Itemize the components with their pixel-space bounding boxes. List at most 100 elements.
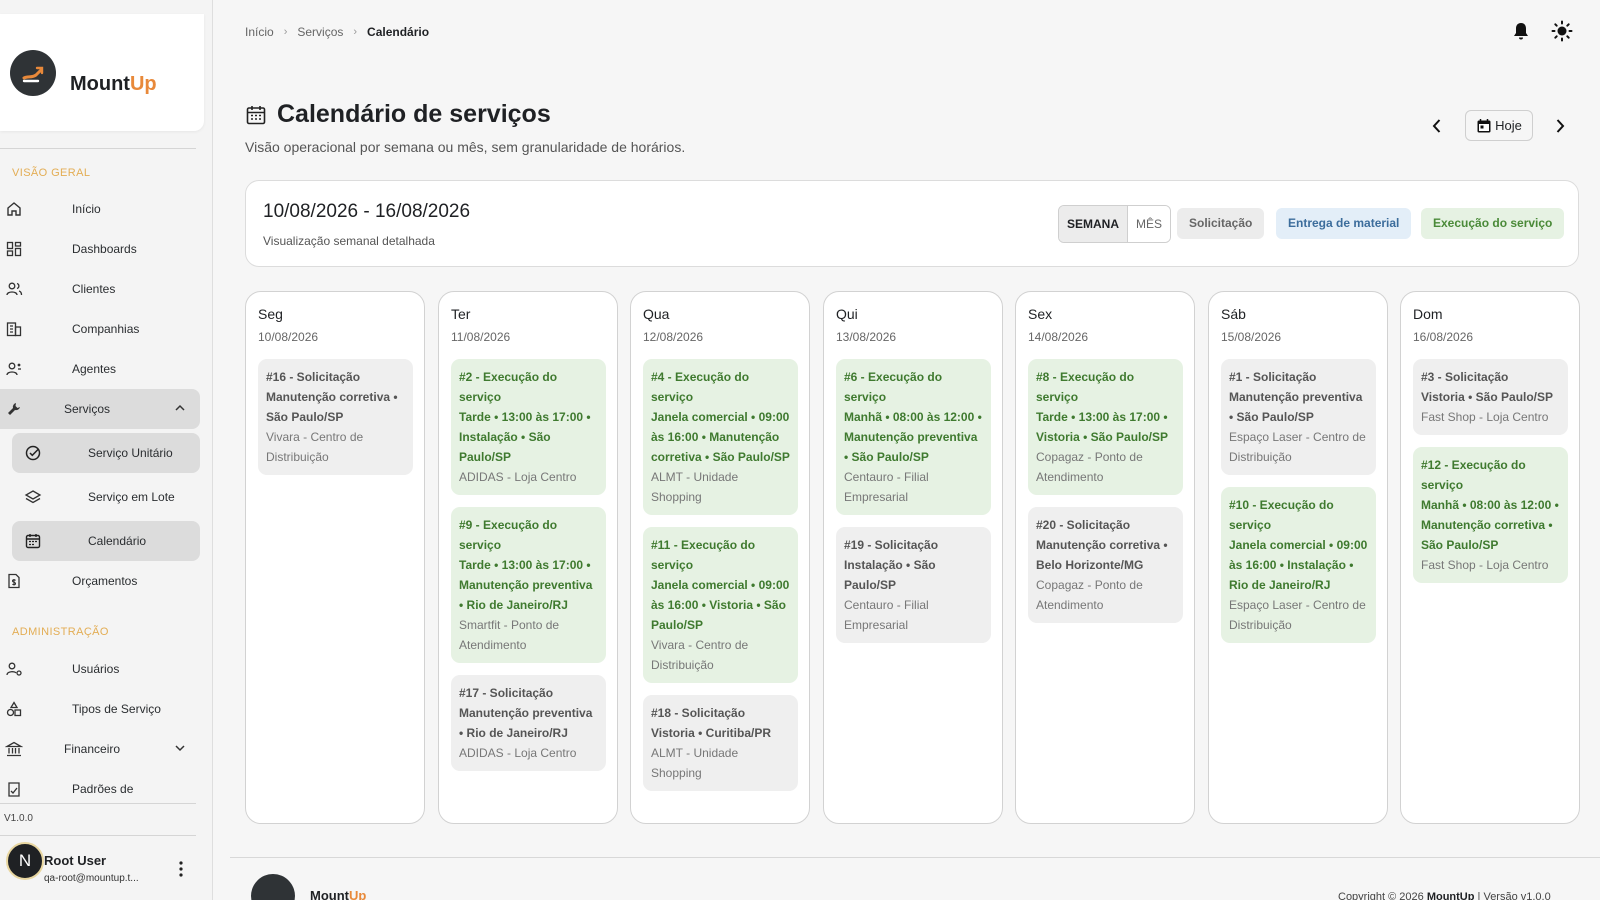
legend-chip: Entrega de material: [1276, 208, 1412, 239]
calendar-today-icon: [1477, 118, 1491, 132]
view-month-button[interactable]: MÊS: [1128, 206, 1171, 242]
building-icon: [6, 322, 22, 337]
users-icon: [6, 282, 23, 296]
breadcrumb: Início › Serviços › Calendário: [245, 25, 429, 39]
event-title: #1 - Solicitação: [1229, 370, 1317, 384]
day-name: Qui: [836, 306, 858, 322]
event-title: #20 - Solicitação: [1036, 518, 1131, 532]
event-client: Smartfit - Ponto de Atendimento: [459, 618, 560, 652]
sidebar-item-inicio[interactable]: Início: [0, 189, 200, 229]
event-card[interactable]: #16 - Solicitação Manutenção corretiva • …: [258, 359, 413, 475]
sidebar: MountUp VISÃO GERAL Início Dashboards Cl…: [0, 0, 213, 900]
chevron-left-icon[interactable]: [1427, 116, 1447, 136]
day-name: Dom: [1413, 306, 1443, 322]
breadcrumb-services[interactable]: Serviços: [297, 25, 343, 39]
document-dollar-icon: [8, 573, 20, 589]
event-client: ADIDAS - Loja Centro: [459, 470, 577, 484]
sidebar-item-servicos[interactable]: Serviços: [0, 389, 200, 429]
day-date: 14/08/2026: [1028, 330, 1089, 344]
sidebar-item-label: Padrões de: [72, 782, 134, 796]
day-name: Sex: [1028, 306, 1053, 322]
event-detail: Manutenção corretiva • Belo Horizonte/MG: [1036, 538, 1168, 572]
event-card[interactable]: #2 - Execução do serviço Tarde • 13:00 às…: [451, 359, 606, 495]
event-title: #9 - Execução do serviço: [459, 518, 558, 552]
sidebar-item-padroes[interactable]: Padrões de: [0, 769, 200, 799]
sidebar-item-tipos-de-servico[interactable]: Tipos de Serviço: [0, 689, 200, 729]
layers-icon: [24, 490, 42, 504]
logo-text[interactable]: MountUp: [70, 73, 157, 96]
event-client: Copagaz - Ponto de Atendimento: [1036, 450, 1143, 484]
sidebar-item-orcamentos[interactable]: Orçamentos: [0, 561, 200, 601]
event-detail: Manutenção preventiva • Rio de Janeiro/R…: [459, 706, 593, 740]
sidebar-divider: [0, 835, 196, 836]
sidebar-item-agentes[interactable]: Agentes: [0, 349, 200, 389]
sidebar-item-financeiro[interactable]: Financeiro: [0, 729, 200, 769]
event-card[interactable]: #11 - Execução do serviço Janela comercia…: [643, 527, 798, 683]
event-client: Vivara - Centro de Distribuição: [651, 638, 749, 672]
bank-icon: [5, 741, 23, 757]
event-card[interactable]: #4 - Execução do serviço Janela comercial…: [643, 359, 798, 515]
chevron-down-icon[interactable]: [174, 742, 186, 754]
date-range-subtitle: Visualização semanal detalhada: [263, 234, 435, 248]
event-detail: Janela comercial • 09:00 às 16:00 • Manu…: [651, 410, 790, 464]
event-card[interactable]: #1 - Solicitação Manutenção preventiva • …: [1221, 359, 1376, 475]
event-card[interactable]: #17 - Solicitação Manutenção preventiva •…: [451, 675, 606, 771]
sidebar-subitem-calendario[interactable]: Calendário: [12, 521, 200, 561]
sun-icon[interactable]: [1551, 20, 1573, 42]
event-client: ALMT - Unidade Shopping: [651, 746, 739, 780]
sidebar-item-label: Companhias: [72, 322, 140, 336]
more-vertical-icon[interactable]: [174, 860, 188, 878]
wrench-icon: [8, 403, 20, 415]
sidebar-item-label: Tipos de Serviço: [72, 702, 161, 716]
event-card[interactable]: #20 - Solicitação Manutenção corretiva • …: [1028, 507, 1183, 623]
event-client: Fast Shop - Loja Centro: [1421, 558, 1549, 572]
event-card[interactable]: #3 - Solicitação Vistoria • São Paulo/SP F…: [1413, 359, 1568, 435]
event-title: #17 - Solicitação: [459, 686, 554, 700]
sidebar-item-usuarios[interactable]: Usuários: [0, 649, 200, 689]
event-card[interactable]: #19 - Solicitação Instalação • São Paulo/…: [836, 527, 991, 643]
event-detail: Tarde • 13:00 às 17:00 • Vistoria • São …: [1036, 410, 1169, 444]
sidebar-subitem-servico-unitario[interactable]: Serviço Unitário: [12, 433, 200, 473]
sidebar-item-label: Clientes: [72, 282, 116, 296]
event-card[interactable]: #8 - Execução do serviço Tarde • 13:00 às…: [1028, 359, 1183, 495]
chevron-up-icon[interactable]: [174, 402, 186, 414]
event-client: Fast Shop - Loja Centro: [1421, 410, 1549, 424]
event-card[interactable]: #6 - Execução do serviço Manhã • 08:00 às…: [836, 359, 991, 515]
sidebar-item-companhias[interactable]: Companhias: [0, 309, 200, 349]
footer-logo-icon: [251, 874, 295, 900]
event-card[interactable]: #12 - Execução do serviço Manhã • 08:00 à…: [1413, 447, 1568, 583]
legend-chip: Solicitação: [1177, 208, 1265, 239]
home-icon: [7, 202, 21, 216]
day-date: 10/08/2026: [258, 330, 319, 344]
breadcrumb-current: Calendário: [367, 25, 430, 39]
event-client: Centauro - Filial Empresarial: [844, 470, 929, 504]
view-week-button[interactable]: SEMANA: [1059, 206, 1129, 242]
sidebar-item-dashboards[interactable]: Dashboards: [0, 229, 200, 269]
today-button[interactable]: Hoje: [1465, 110, 1533, 141]
pattern-icon: [8, 782, 20, 797]
app-version: V1.0.0: [4, 813, 33, 824]
event-title: #6 - Execução do serviço: [844, 370, 943, 404]
date-range-title: 10/08/2026 - 16/08/2026: [263, 201, 471, 222]
event-card[interactable]: #10 - Execução do serviço Janela comercia…: [1221, 487, 1376, 643]
event-title: #8 - Execução do serviço: [1036, 370, 1135, 404]
event-detail: Manutenção preventiva • São Paulo/SP: [1229, 390, 1363, 424]
event-card[interactable]: #18 - Solicitação Vistoria • Curitiba/PR A…: [643, 695, 798, 791]
day-date: 13/08/2026: [836, 330, 897, 344]
calendar-icon: [246, 105, 266, 124]
event-card[interactable]: #9 - Execução do serviço Tarde • 13:00 às…: [451, 507, 606, 663]
check-circle-icon: [25, 445, 41, 461]
event-client: Copagaz - Ponto de Atendimento: [1036, 578, 1143, 612]
event-title: #18 - Solicitação: [651, 706, 746, 720]
event-client: ADIDAS - Loja Centro: [459, 746, 577, 760]
section-label-admin: ADMINISTRAÇÃO: [12, 626, 109, 638]
sidebar-subitem-servico-em-lote[interactable]: Serviço em Lote: [12, 477, 200, 517]
chevron-right-icon[interactable]: [1550, 116, 1570, 136]
sidebar-divider: [0, 148, 196, 149]
day-column: Sáb 15/08/2026 #1 - Solicitação Manutenção …: [1208, 291, 1388, 824]
bell-icon[interactable]: [1510, 20, 1532, 42]
sidebar-item-clientes[interactable]: Clientes: [0, 269, 200, 309]
avatar[interactable]: N: [6, 842, 44, 880]
event-detail: Manutenção corretiva • São Paulo/SP: [266, 390, 398, 424]
breadcrumb-home[interactable]: Início: [245, 25, 274, 39]
